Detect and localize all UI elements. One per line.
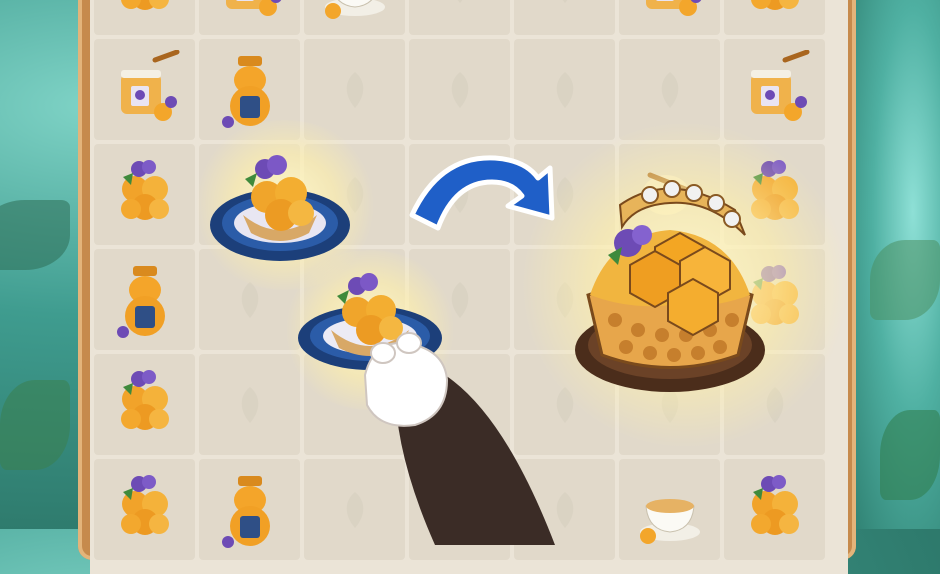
honey-basket-cake-icon[interactable] [560, 175, 790, 415]
berry-honeycomb-icon[interactable] [105, 155, 185, 235]
honey-tart-plate-icon[interactable] [205, 145, 355, 270]
grid-cell[interactable] [94, 354, 195, 455]
empty-cell-leaf-icon[interactable] [525, 0, 605, 25]
grid-cell[interactable] [94, 0, 195, 35]
grid-cell[interactable] [724, 39, 825, 140]
empty-cell-leaf-icon[interactable] [420, 0, 500, 25]
empty-cell-leaf-icon[interactable] [420, 50, 500, 130]
grid-cell[interactable] [409, 39, 510, 140]
grid-cell[interactable] [619, 0, 720, 35]
grid-cell[interactable] [409, 0, 510, 35]
grid-cell[interactable] [199, 0, 300, 35]
empty-cell-leaf-icon[interactable] [630, 50, 710, 130]
grid-cell[interactable] [514, 39, 615, 140]
honey-jar-berry-icon[interactable] [630, 0, 710, 25]
grid-cell[interactable] [619, 459, 720, 560]
honey-jar-comb-icon[interactable] [210, 0, 290, 25]
honey-pot-dipper-icon[interactable] [105, 49, 185, 130]
grid-cell[interactable] [724, 459, 825, 560]
grid-cell[interactable] [199, 354, 300, 455]
honey-bear-bottle-icon[interactable] [210, 470, 290, 550]
berry-honeycomb-icon[interactable] [105, 365, 185, 445]
leaf-decoration [870, 240, 940, 320]
honeycomb-drip-icon[interactable] [105, 0, 185, 25]
tea-cup-icon[interactable] [630, 470, 710, 550]
grid-cell[interactable] [199, 459, 300, 560]
merge-arrow-icon [409, 155, 555, 231]
honey-bear-bottle-icon[interactable] [105, 260, 185, 340]
honeycomb-drip-icon[interactable] [735, 0, 815, 25]
honey-bear-bottle-icon[interactable] [210, 50, 290, 130]
grid-cell[interactable] [94, 144, 195, 245]
berry-honeycomb-icon[interactable] [105, 470, 185, 550]
honey-pot-dipper-icon[interactable] [735, 49, 815, 130]
grid-cell[interactable] [94, 249, 195, 350]
leaf-decoration [880, 410, 940, 500]
grid-cell[interactable] [94, 459, 195, 560]
leaf-decoration [0, 200, 70, 270]
cat-paw-pointer-icon [363, 332, 555, 545]
empty-cell-leaf-icon[interactable] [210, 365, 290, 445]
empty-cell-leaf-icon[interactable] [315, 50, 395, 130]
grid-cell[interactable] [514, 0, 615, 35]
berry-honeycomb-icon[interactable] [735, 470, 815, 550]
empty-cell-leaf-icon[interactable] [525, 50, 605, 130]
grid-cell[interactable] [304, 0, 405, 35]
tea-cup-icon[interactable] [315, 0, 395, 25]
grid-cell[interactable] [94, 39, 195, 140]
leaf-decoration [0, 380, 70, 470]
grid-cell[interactable] [724, 0, 825, 35]
